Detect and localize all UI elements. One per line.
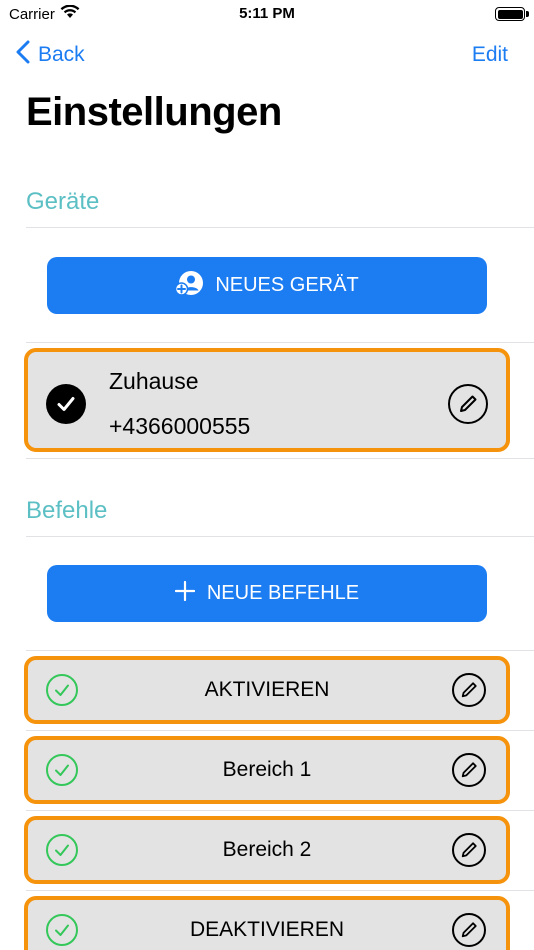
divider (26, 227, 534, 228)
divider (26, 536, 534, 537)
page-title: Einstellungen (26, 90, 282, 134)
new-command-label: NEUE BEFEHLE (206, 582, 360, 604)
plus-icon (174, 580, 195, 607)
divider (26, 890, 534, 891)
devices-section-header: Geräte (26, 188, 100, 215)
pencil-circle-icon[interactable] (452, 753, 486, 787)
divider (26, 810, 534, 811)
chevron-left-icon (16, 40, 30, 70)
checkmark-circle-filled-icon (46, 384, 86, 424)
new-device-label: NEUES GERÄT (215, 274, 359, 296)
command-item-deaktivieren[interactable]: DEAKTIVIEREN (24, 896, 510, 950)
divider (26, 730, 534, 731)
command-item-aktivieren[interactable]: AKTIVIEREN (24, 656, 510, 724)
new-device-button[interactable]: NEUES GERÄT (47, 257, 487, 314)
command-label: AKTIVIEREN (204, 678, 330, 701)
command-item-bereich-2[interactable]: Bereich 2 (24, 816, 510, 884)
divider (26, 650, 534, 651)
command-label: Bereich 2 (222, 838, 312, 861)
pencil-circle-icon[interactable] (448, 384, 488, 424)
add-person-icon (175, 270, 204, 302)
pencil-circle-icon[interactable] (452, 913, 486, 947)
battery-icon (495, 7, 529, 21)
divider (26, 342, 534, 343)
command-label: DEAKTIVIEREN (189, 918, 345, 941)
command-label: Bereich 1 (222, 758, 312, 781)
status-time: 5:11 PM (239, 5, 295, 22)
status-bar: Carrier 5:11 PM (0, 0, 534, 30)
edit-button[interactable]: Edit (472, 38, 508, 72)
device-name: Zuhause (109, 368, 199, 394)
back-button[interactable]: Back (16, 38, 85, 72)
device-phone-number: +4366000555 (109, 413, 251, 439)
command-item-bereich-1[interactable]: Bereich 1 (24, 736, 510, 804)
pencil-circle-icon[interactable] (452, 833, 486, 867)
divider (26, 458, 534, 459)
new-command-button[interactable]: NEUE BEFEHLE (47, 565, 487, 622)
back-label: Back (38, 43, 85, 66)
commands-section-header: Befehle (26, 497, 108, 524)
pencil-circle-icon[interactable] (452, 673, 486, 707)
navigation-bar: Back Edit (0, 38, 534, 72)
device-item-zuhause[interactable]: Zuhause +4366000555 (24, 348, 510, 452)
